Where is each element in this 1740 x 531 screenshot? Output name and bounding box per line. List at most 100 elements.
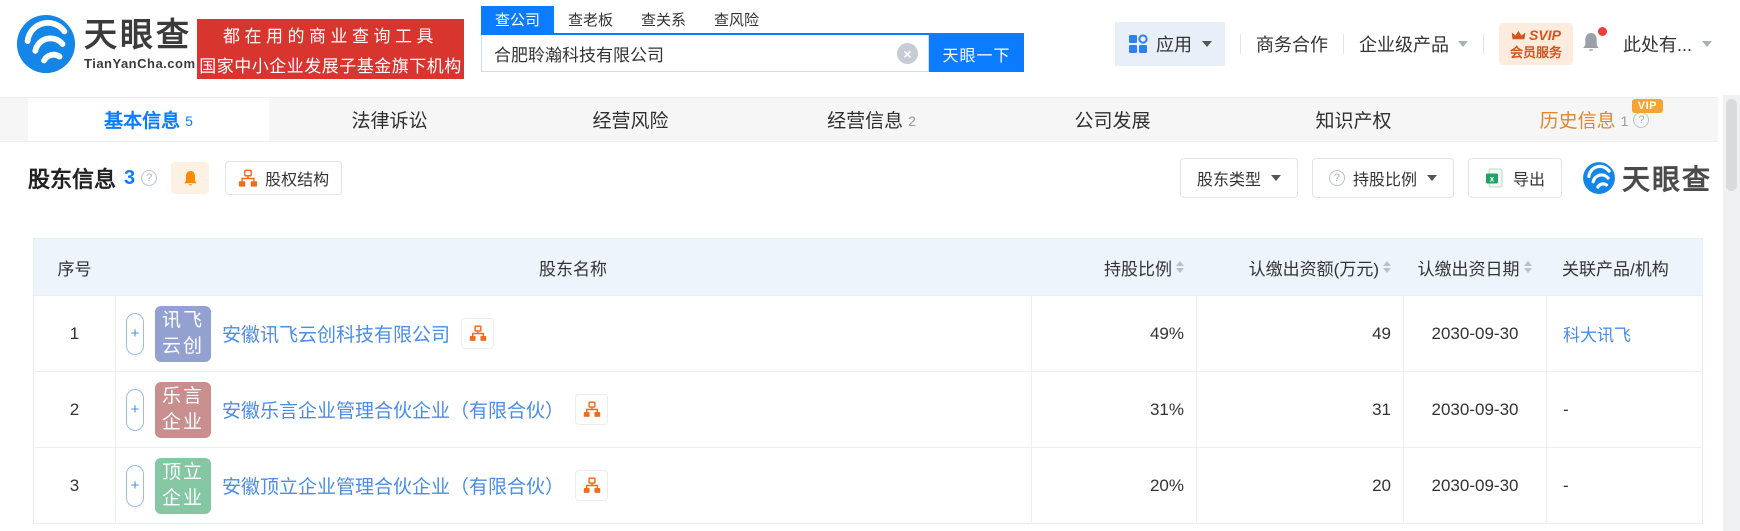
table-row: 2 + 乐言 企业 安徽乐言企业管理合伙企业（有限合伙） 31% 31 2030… [34,371,1702,447]
search-input[interactable] [494,38,884,68]
apps-menu-button[interactable]: 应用 [1114,22,1225,66]
expand-button[interactable]: + [126,388,144,431]
tab-history-info[interactable]: VIP 历史信息 1 ? [1474,98,1715,141]
avatar-line: 乐言 [161,385,204,407]
avatar: 乐言 企业 [155,381,211,438]
site-logo[interactable]: 天眼查 TianYanCha.com [15,13,196,75]
tab-label: 经营信息 [827,111,904,132]
header-right-nav: 应用 商务合作 企业级产品 SVIP 会员服务 此处有... [1114,22,1712,66]
grid-apps-icon [1128,34,1148,53]
business-cooperation-link[interactable]: 商务合作 [1256,31,1328,57]
tab-label: 经营风险 [592,111,669,132]
shareholder-name-link[interactable]: 安徽乐言企业管理合伙企业（有限合伙） [222,396,564,423]
equity-structure-mini-button[interactable] [575,470,609,501]
search-tab-company[interactable]: 查公司 [481,6,555,33]
svip-membership-button[interactable]: SVIP 会员服务 [1498,23,1573,65]
search-button[interactable]: 天眼一下 [929,35,1024,72]
equity-structure-button[interactable]: 股权结构 [225,161,343,195]
org-chart-icon [239,169,258,187]
ratio-value: 20% [1031,448,1196,523]
shareholder-type-filter[interactable]: 股东类型 [1179,158,1298,198]
tab-operating-risk[interactable]: 经营风险 [510,98,751,141]
tab-operating-info[interactable]: 经营信息 2 [751,98,992,141]
date-value: 2030-09-30 [1403,448,1546,523]
banner-line1: 都在用的商业查询工具 [223,26,438,46]
row-number: 2 [69,399,80,419]
header-amount-sortable[interactable]: 认缴出资额(万元) [1196,239,1403,295]
tab-intellectual-property[interactable]: 知识产权 [1233,98,1474,141]
enterprise-products-menu[interactable]: 企业级产品 [1359,31,1468,57]
row-number: 1 [69,323,80,343]
enterprise-label: 企业级产品 [1358,35,1449,55]
clear-icon[interactable]: × [897,43,918,64]
tab-label: 公司发展 [1074,111,1151,132]
tab-basic-info[interactable]: 基本信息 5 [28,98,269,141]
tab-company-development[interactable]: 公司发展 [992,98,1233,141]
ratio-value: 49% [1031,296,1196,371]
shareholder-name-link[interactable]: 安徽讯飞云创科技有限公司 [222,320,450,347]
org-chart-icon [583,477,600,493]
subscribe-bell-button[interactable] [171,162,210,194]
help-icon[interactable]: ? [141,170,158,186]
shareholding-ratio-filter[interactable]: ? 持股比例 [1311,158,1454,198]
divider [1342,34,1344,54]
related-empty: - [1563,399,1569,419]
header-date-sortable[interactable]: 认缴出资日期 [1403,239,1546,295]
shareholder-section-header: 股东信息 3 ? 股权结构 股东类型 ? 持股比例 x 导出 天眼查 [28,154,1712,202]
tab-label: 基本信息 [104,111,181,132]
section-count: 3 [124,166,136,189]
org-chart-icon [469,325,486,341]
amount-value: 49 [1196,296,1403,371]
scrollbar-thumb[interactable] [1726,99,1737,191]
search-row: × 天眼一下 [481,35,1024,72]
vip-badge: VIP [1631,99,1663,113]
search-tab-relation[interactable]: 查关系 [627,6,700,33]
avatar-line: 云创 [161,335,204,357]
notifications-button[interactable] [1579,26,1607,59]
header-label: 持股比例 [1104,259,1172,279]
vertical-scrollbar[interactable] [1723,95,1740,531]
filter-label: 持股比例 [1352,172,1417,189]
avatar-line: 企业 [161,487,204,509]
bell-icon [183,170,197,185]
tab-label: 历史信息 [1539,111,1616,132]
company-tab-bar: 基本信息 5 法律诉讼 经营风险 经营信息 2 公司发展 知识产权 VIP 历史… [0,97,1718,142]
row-number: 3 [69,475,80,495]
shareholder-name-link[interactable]: 安徽顶立企业管理合伙企业（有限合伙） [222,472,564,499]
search-input-wrap: × [481,35,929,72]
header-no: 序号 [57,259,92,279]
search-tab-risk[interactable]: 查风险 [700,6,773,33]
expand-button[interactable]: + [126,464,144,507]
table-row: 3 + 顶立 企业 安徽顶立企业管理合伙企业（有限合伙） 20% 20 2030… [34,447,1702,523]
related-company-link[interactable]: 科大讯飞 [1563,321,1631,346]
header-shareholder-name: 股东名称 [539,259,607,279]
tab-count: 1 [1620,112,1629,129]
help-icon[interactable]: ? [1633,111,1650,128]
header-label: 认缴出资额(万元) [1248,259,1379,279]
export-button[interactable]: x 导出 [1467,158,1562,198]
tab-legal-proceedings[interactable]: 法律诉讼 [269,98,510,141]
user-account-menu[interactable]: 此处有... [1623,31,1712,57]
chevron-down-icon [1201,41,1212,47]
tab-count: 2 [908,112,916,129]
svg-text:x: x [1490,174,1495,183]
equity-structure-mini-button[interactable] [461,318,495,349]
expand-button[interactable]: + [126,312,144,355]
promo-banner: 都在用的商业查询工具 国家中小企业发展子基金旗下机构 [197,19,464,79]
avatar: 讯飞 云创 [155,305,211,362]
tianyancha-page: 天眼查 TianYanCha.com 都在用的商业查询工具 国家中小企业发展子基… [0,0,1740,531]
watermark-title: 天眼查 [1621,164,1712,195]
tab-label: 知识产权 [1315,111,1392,132]
tab-count: 5 [185,112,193,129]
chevron-down-icon [1702,41,1712,47]
avatar-line: 顶立 [161,461,204,483]
search-tab-boss[interactable]: 查老板 [554,6,627,33]
watermark-logo: 天眼查 [1582,158,1712,198]
equity-structure-mini-button[interactable] [575,394,609,425]
export-label: 导出 [1512,172,1545,189]
date-value: 2030-09-30 [1403,296,1546,371]
search-tabs: 查公司 查老板 查关系 查风险 [481,6,1024,35]
sort-icon [1523,261,1532,273]
amount-value: 20 [1196,448,1403,523]
header-ratio-sortable[interactable]: 持股比例 [1031,239,1196,295]
